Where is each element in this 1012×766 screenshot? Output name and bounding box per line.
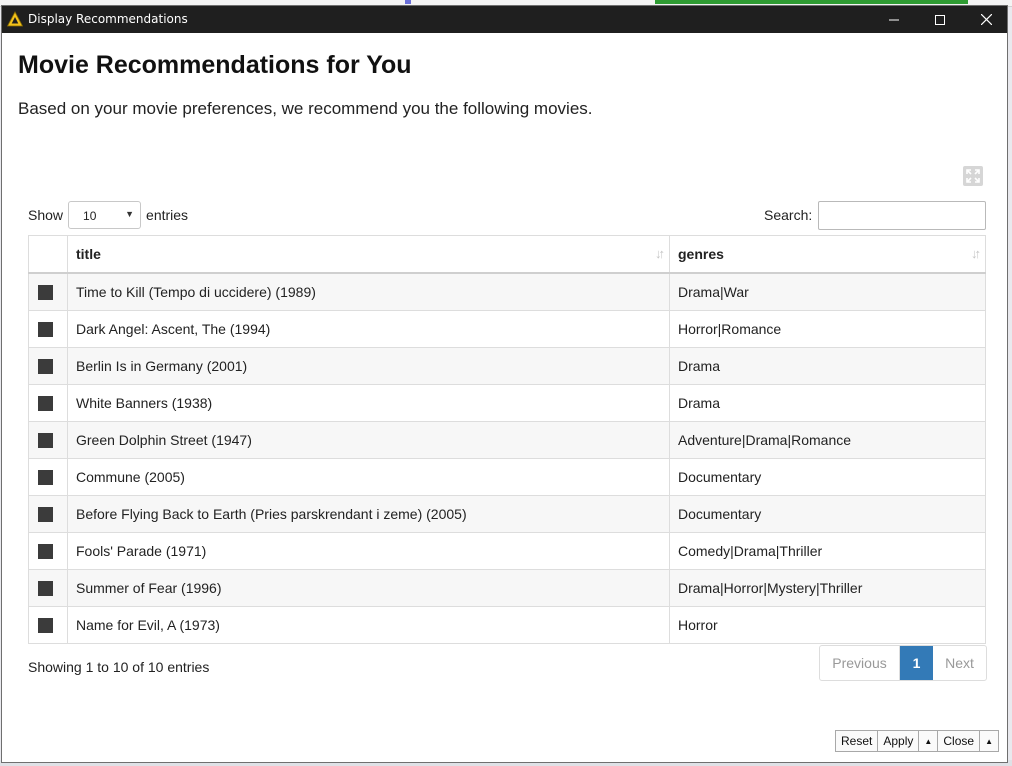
row-checkbox[interactable] <box>38 432 53 448</box>
apply-options-button[interactable]: ▲ <box>918 730 939 752</box>
row-checkbox[interactable] <box>38 506 53 522</box>
cell-title: Berlin Is in Germany (2001) <box>67 347 670 385</box>
background-marker <box>405 0 411 4</box>
search-label: Search: <box>764 207 813 223</box>
close-icon <box>980 14 992 25</box>
dialog-window: Display Recommendations Movie Recommenda… <box>1 5 1008 763</box>
row-select-cell[interactable] <box>28 272 68 311</box>
cell-title: Before Flying Back to Earth (Pries parsk… <box>67 495 670 533</box>
row-checkbox[interactable] <box>38 543 53 559</box>
fullscreen-button[interactable] <box>963 166 983 186</box>
column-header-label: title <box>76 246 101 262</box>
row-select-cell[interactable] <box>28 606 68 644</box>
cell-title: Name for Evil, A (1973) <box>67 606 670 644</box>
table-row[interactable]: Fools' Parade (1971) Comedy|Drama|Thrille… <box>28 532 986 570</box>
warning-triangle-icon <box>6 11 24 27</box>
cell-genres: Drama <box>669 384 986 422</box>
apply-button[interactable]: Apply <box>877 730 920 752</box>
select-column-header[interactable] <box>28 235 68 274</box>
row-select-cell[interactable] <box>28 421 68 459</box>
sort-icon: ↓↑ <box>655 246 665 261</box>
table-row[interactable]: Dark Angel: Ascent, The (1994) Horror|Rom… <box>28 310 986 348</box>
next-page-button[interactable]: Next <box>933 646 986 680</box>
show-label: Show <box>28 207 64 223</box>
cell-genres: Horror <box>669 606 986 644</box>
entries-label: entries <box>146 207 189 223</box>
minimize-icon <box>889 19 899 20</box>
row-select-cell[interactable] <box>28 347 68 385</box>
row-select-cell[interactable] <box>28 384 68 422</box>
cell-genres: Drama|Horror|Mystery|Thriller <box>669 569 986 607</box>
table-row[interactable]: Green Dolphin Street (1947) Adventure|Dra… <box>28 421 986 459</box>
cell-genres: Horror|Romance <box>669 310 986 348</box>
cell-title: Summer of Fear (1996) <box>67 569 670 607</box>
cell-genres: Documentary <box>669 495 986 533</box>
table-row[interactable]: Commune (2005) Documentary <box>28 458 986 496</box>
close-options-button[interactable]: ▲ <box>979 730 1000 752</box>
cell-title: Dark Angel: Ascent, The (1994) <box>67 310 670 348</box>
row-select-cell[interactable] <box>28 458 68 496</box>
table-row[interactable]: Summer of Fear (1996) Drama|Horror|Myster… <box>28 569 986 607</box>
expand-icon <box>966 169 980 183</box>
cell-title: Fools' Parade (1971) <box>67 532 670 570</box>
row-checkbox[interactable] <box>38 395 53 411</box>
table-row[interactable]: Name for Evil, A (1973) Horror <box>28 606 986 644</box>
row-checkbox[interactable] <box>38 321 53 337</box>
column-header-genres[interactable]: genres ↓↑ <box>669 235 986 274</box>
cell-genres: Documentary <box>669 458 986 496</box>
page-title: Movie Recommendations for You <box>18 51 412 79</box>
pagination: Previous 1 Next <box>819 645 987 681</box>
table-row[interactable]: Berlin Is in Germany (2001) Drama <box>28 347 986 385</box>
column-header-label: genres <box>678 246 724 262</box>
dialog-content: Movie Recommendations for You Based on y… <box>2 33 1007 762</box>
recommendations-table: title ↓↑ genres ↓↑ Time to Kill (Tempo d… <box>28 235 986 644</box>
row-select-cell[interactable] <box>28 310 68 348</box>
entries-select-value: 10 <box>83 209 97 223</box>
table-header-row: title ↓↑ genres ↓↑ <box>28 235 986 274</box>
footer-buttons: Reset Apply ▲ Close ▲ <box>835 730 1000 752</box>
page-1-button[interactable]: 1 <box>900 646 933 680</box>
page-length-control: Show 10 ▼ entries <box>28 200 188 230</box>
cell-title: Time to Kill (Tempo di uccidere) (1989) <box>67 272 670 311</box>
maximize-button[interactable] <box>917 6 963 33</box>
window-title: Display Recommendations <box>28 12 188 26</box>
table-row[interactable]: Before Flying Back to Earth (Pries parsk… <box>28 495 986 533</box>
cell-title: White Banners (1938) <box>67 384 670 422</box>
row-select-cell[interactable] <box>28 569 68 607</box>
reset-button[interactable]: Reset <box>835 730 879 752</box>
row-select-cell[interactable] <box>28 532 68 570</box>
column-header-title[interactable]: title ↓↑ <box>67 235 670 274</box>
cell-genres: Adventure|Drama|Romance <box>669 421 986 459</box>
entries-select[interactable]: 10 ▼ <box>68 201 142 229</box>
row-checkbox[interactable] <box>38 358 53 374</box>
chevron-up-icon: ▲ <box>924 736 933 746</box>
table-info: Showing 1 to 10 of 10 entries <box>28 659 210 675</box>
search-input[interactable] <box>818 200 987 230</box>
row-select-cell[interactable] <box>28 495 68 533</box>
chevron-up-icon: ▲ <box>985 736 994 746</box>
cell-title: Commune (2005) <box>67 458 670 496</box>
row-checkbox[interactable] <box>38 284 53 300</box>
row-checkbox[interactable] <box>38 469 53 485</box>
maximize-icon <box>935 14 945 25</box>
cell-genres: Drama|War <box>669 272 986 311</box>
cell-genres: Comedy|Drama|Thriller <box>669 532 986 570</box>
background-node-frame <box>655 0 968 4</box>
cell-title: Green Dolphin Street (1947) <box>67 421 670 459</box>
close-window-button[interactable] <box>963 6 1009 33</box>
minimize-button[interactable] <box>871 6 917 33</box>
search-control: Search: <box>764 200 987 230</box>
title-bar[interactable]: Display Recommendations <box>2 6 1007 33</box>
row-checkbox[interactable] <box>38 580 53 596</box>
cell-genres: Drama <box>669 347 986 385</box>
sort-icon: ↓↑ <box>971 246 981 261</box>
row-checkbox[interactable] <box>38 617 53 633</box>
table-row[interactable]: White Banners (1938) Drama <box>28 384 986 422</box>
table-row[interactable]: Time to Kill (Tempo di uccidere) (1989) D… <box>28 272 986 311</box>
close-button[interactable]: Close <box>937 730 981 752</box>
previous-page-button[interactable]: Previous <box>820 646 900 680</box>
page-subtitle: Based on your movie preferences, we reco… <box>18 99 593 118</box>
chevron-down-icon: ▼ <box>125 209 135 219</box>
